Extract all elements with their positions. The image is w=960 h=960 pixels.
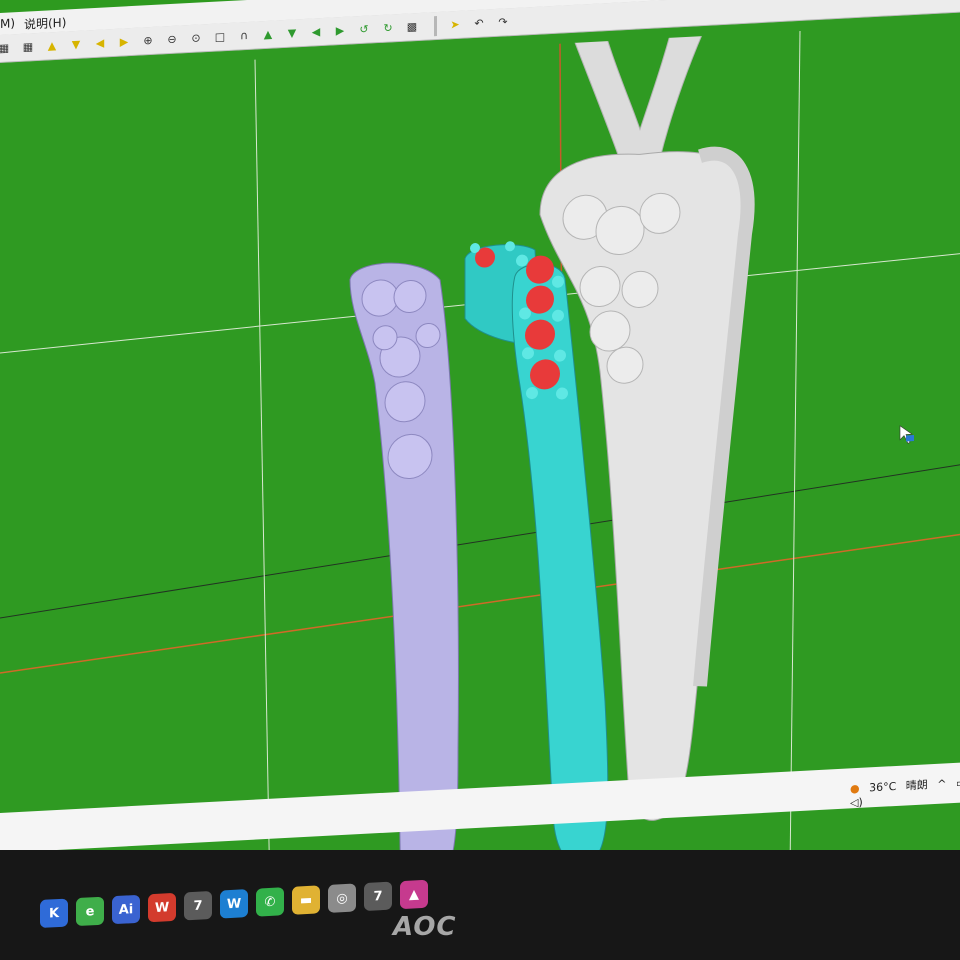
- rotate-right-icon[interactable]: ↻: [378, 18, 398, 39]
- toolbar-separator: [434, 15, 437, 36]
- monitor-screen: M) 说明(H) ▦ ▦ ▲ ▼ ◀ ▶ ⊕ ⊖ ⊙ □ ∩ ▲ ▼ ◀ ▶ ↺…: [0, 0, 960, 951]
- arrow-right-icon[interactable]: ▶: [330, 20, 350, 41]
- rhino2-icon[interactable]: 7: [364, 881, 392, 912]
- triangle-up-icon[interactable]: ▲: [42, 35, 62, 56]
- system-tray: ● 36°C 晴朗 ^ ▭ ◁): [850, 773, 960, 809]
- arrow-up-icon[interactable]: ▲: [258, 24, 278, 45]
- box-icon[interactable]: □: [210, 26, 230, 47]
- menu-item-help[interactable]: 说明(H): [24, 13, 66, 32]
- temperature-text: 36°C: [869, 779, 897, 795]
- undo-icon[interactable]: ↶: [469, 13, 489, 34]
- axis-line: [0, 461, 960, 619]
- browser-icon[interactable]: e: [76, 896, 104, 927]
- wps-icon[interactable]: W: [148, 892, 176, 923]
- k-app-icon[interactable]: K: [40, 898, 68, 928]
- arrow-left-icon[interactable]: ◀: [306, 21, 326, 42]
- axis-line-x: [0, 530, 960, 674]
- ring-cyan-model[interactable]: [464, 236, 609, 870]
- ai-icon[interactable]: Ai: [112, 894, 140, 925]
- wechat-icon[interactable]: ✆: [256, 887, 284, 917]
- arrow-down-icon[interactable]: ▼: [282, 23, 302, 44]
- grid-line: [789, 31, 801, 872]
- zoom-fit-icon[interactable]: ⊙: [186, 28, 206, 49]
- folder-icon[interactable]: ▬: [292, 885, 320, 915]
- zoom-out-icon[interactable]: ⊖: [162, 29, 182, 50]
- triangle-down-icon[interactable]: ▼: [66, 34, 86, 55]
- paint-icon[interactable]: ▲: [400, 879, 428, 910]
- grid-line: [254, 59, 271, 899]
- rhino-icon[interactable]: 7: [184, 890, 212, 921]
- headset-icon[interactable]: ∩: [234, 25, 254, 46]
- mouse-cursor: [899, 425, 914, 444]
- w-app-icon[interactable]: W: [220, 889, 248, 919]
- grid-icon[interactable]: ▦: [0, 38, 14, 59]
- weather-icon[interactable]: ●: [850, 782, 860, 796]
- volume-icon[interactable]: ◁): [850, 796, 863, 810]
- triangle-left-icon[interactable]: ◀: [90, 33, 110, 54]
- redo-icon[interactable]: ↷: [493, 12, 513, 33]
- chevron-up-icon[interactable]: ^: [937, 777, 946, 790]
- ring-app-icon[interactable]: ◎: [328, 883, 356, 913]
- zoom-in-icon[interactable]: ⊕: [138, 30, 158, 51]
- triangle-right-icon[interactable]: ▶: [114, 31, 134, 52]
- menu-item-window[interactable]: M): [0, 16, 15, 31]
- weather-text: 晴朗: [905, 778, 928, 793]
- network-icon[interactable]: ▭: [956, 776, 960, 790]
- monitor-brand-logo: AOC: [393, 912, 457, 942]
- pointer-icon[interactable]: ➤: [445, 14, 465, 35]
- grid-edit-icon[interactable]: ▩: [402, 16, 422, 37]
- grid-icon[interactable]: ▦: [18, 36, 38, 57]
- rotate-left-icon[interactable]: ↺: [354, 19, 374, 40]
